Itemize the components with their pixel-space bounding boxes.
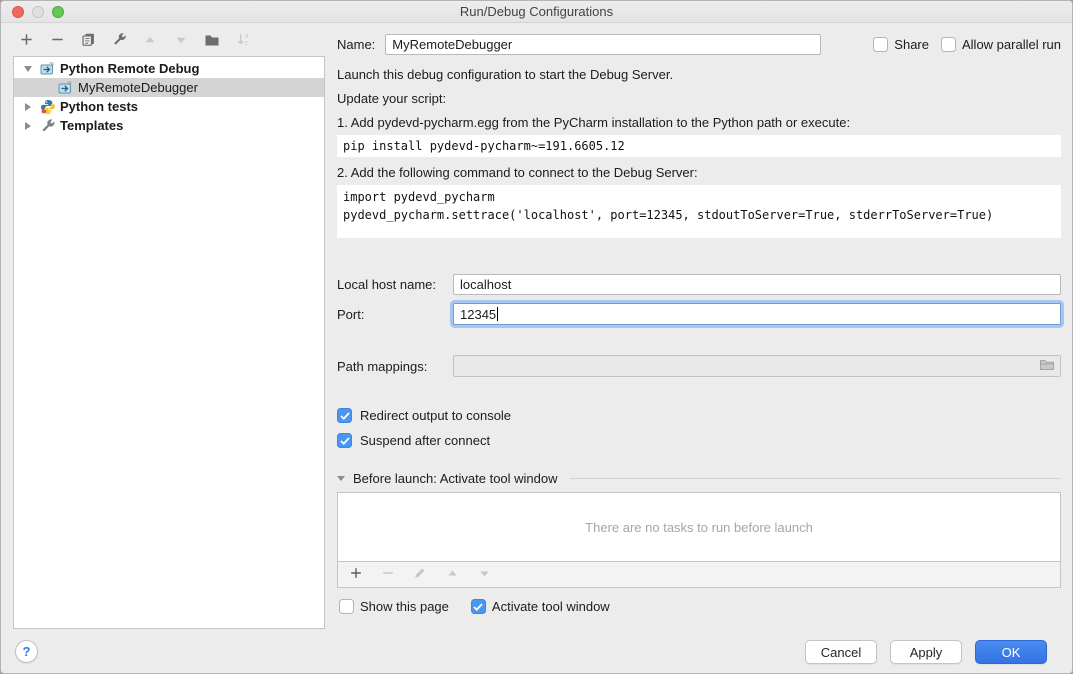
- move-up-button[interactable]: [141, 33, 159, 51]
- tree-item-label: Python Remote Debug: [60, 61, 199, 76]
- help-question-icon: ?: [23, 644, 31, 659]
- code-line-import: import pydevd_pycharm: [343, 190, 495, 204]
- move-up-icon: [143, 33, 157, 52]
- empty-tasks-message: There are no tasks to run before launch: [585, 520, 813, 535]
- instruction-step-1: 1. Add pydevd-pycharm.egg from the PyCha…: [337, 114, 1061, 131]
- show-this-page-checkbox[interactable]: [339, 599, 354, 614]
- instruction-line-1: Launch this debug configuration to start…: [337, 66, 1061, 83]
- add-icon: [19, 32, 34, 52]
- add-task-button[interactable]: [347, 566, 365, 584]
- expand-collapse-icon[interactable]: [22, 122, 34, 130]
- ok-button[interactable]: OK: [975, 640, 1047, 664]
- expand-collapse-icon[interactable]: [22, 66, 34, 72]
- tree-item-label: Python tests: [60, 99, 138, 114]
- redirect-output-label: Redirect output to console: [360, 408, 511, 423]
- templates-wrench-icon: [40, 118, 56, 134]
- tree-item-myremotedebugger[interactable]: MyRemoteDebugger: [14, 78, 324, 97]
- activate-tool-window-checkbox[interactable]: [471, 599, 486, 614]
- name-input[interactable]: [385, 34, 821, 55]
- suspend-after-connect-label: Suspend after connect: [360, 433, 490, 448]
- copy-icon: [81, 32, 96, 52]
- remote-debug-config-icon: [58, 80, 74, 96]
- instruction-step-2: 2. Add the following command to connect …: [337, 164, 1061, 181]
- tree-item-python-remote-debug[interactable]: Python Remote Debug: [14, 59, 324, 78]
- cancel-button[interactable]: Cancel: [805, 640, 877, 664]
- sort-alphabetically-icon: az: [236, 32, 251, 52]
- activate-tool-window-label: Activate tool window: [492, 599, 610, 614]
- activate-tool-window-checkbox-group[interactable]: Activate tool window: [471, 599, 610, 614]
- suspend-after-connect-checkbox-group[interactable]: Suspend after connect: [337, 433, 1061, 448]
- expand-collapse-icon[interactable]: [22, 103, 34, 111]
- share-label: Share: [894, 37, 929, 52]
- remove-task-button[interactable]: [379, 566, 397, 584]
- port-value: 12345: [460, 307, 496, 322]
- share-checkbox[interactable]: [873, 37, 888, 52]
- move-down-button[interactable]: [172, 33, 190, 51]
- local-host-name-input[interactable]: [453, 274, 1061, 295]
- tree-item-label: MyRemoteDebugger: [78, 80, 198, 95]
- remove-icon: [50, 32, 65, 52]
- remove-configuration-button[interactable]: [48, 33, 66, 51]
- configuration-editor: Name: Share Allow parallel run Launch th…: [337, 32, 1061, 614]
- run-debug-configurations-dialog: Run/Debug Configurations: [0, 0, 1073, 674]
- show-this-page-label: Show this page: [360, 599, 449, 614]
- port-label: Port:: [337, 307, 453, 322]
- tree-item-templates[interactable]: Templates: [14, 116, 324, 135]
- window-title: Run/Debug Configurations: [1, 4, 1072, 19]
- configurations-tree: Python Remote Debug MyRemoteDebugger Pyt…: [13, 56, 325, 629]
- before-launch-tasks-list[interactable]: There are no tasks to run before launch: [337, 492, 1061, 562]
- path-mappings-input[interactable]: [453, 355, 1061, 377]
- show-this-page-checkbox-group[interactable]: Show this page: [339, 599, 449, 614]
- code-line-settrace: pydevd_pycharm.settrace('localhost', por…: [343, 208, 993, 222]
- configurations-toolbar: az: [17, 32, 252, 52]
- edit-task-button[interactable]: [411, 566, 429, 584]
- path-mappings-label: Path mappings:: [337, 359, 453, 374]
- remove-icon: [381, 566, 395, 583]
- instruction-line-2: Update your script:: [337, 90, 1061, 107]
- collapse-section-icon[interactable]: [337, 476, 345, 481]
- redirect-output-checkbox-group[interactable]: Redirect output to console: [337, 408, 1061, 423]
- wrench-icon: [112, 32, 127, 52]
- add-configuration-button[interactable]: [17, 33, 35, 51]
- svg-text:a: a: [244, 33, 248, 40]
- browse-folder-icon[interactable]: [1039, 358, 1055, 375]
- allow-parallel-run-checkbox-group[interactable]: Allow parallel run: [941, 37, 1061, 52]
- name-label: Name:: [337, 37, 375, 52]
- allow-parallel-run-label: Allow parallel run: [962, 37, 1061, 52]
- pip-install-command: pip install pydevd-pycharm~=191.6605.12: [337, 135, 1061, 157]
- titlebar: Run/Debug Configurations: [1, 1, 1072, 23]
- sort-configurations-button[interactable]: az: [234, 33, 252, 51]
- new-folder-button[interactable]: [203, 33, 221, 51]
- allow-parallel-run-checkbox[interactable]: [941, 37, 956, 52]
- port-input[interactable]: 12345: [453, 303, 1061, 325]
- help-button[interactable]: ?: [15, 640, 38, 663]
- python-tests-icon: [40, 99, 56, 115]
- before-launch-toolbar: [337, 562, 1061, 588]
- text-cursor: [497, 307, 498, 321]
- pencil-icon: [413, 566, 427, 583]
- move-down-icon: [478, 567, 491, 583]
- move-up-icon: [446, 567, 459, 583]
- redirect-output-checkbox[interactable]: [337, 408, 352, 423]
- move-down-icon: [174, 33, 188, 52]
- new-folder-icon: [204, 32, 220, 53]
- apply-button[interactable]: Apply: [890, 640, 962, 664]
- edit-templates-button[interactable]: [110, 33, 128, 51]
- settrace-code-block: import pydevd_pycharm pydevd_pycharm.set…: [337, 185, 1061, 238]
- before-launch-section-header[interactable]: Before launch: Activate tool window: [337, 471, 1061, 486]
- tree-item-label: Templates: [60, 118, 123, 133]
- local-host-name-label: Local host name:: [337, 277, 453, 292]
- before-launch-title: Before launch: Activate tool window: [353, 471, 558, 486]
- share-checkbox-group[interactable]: Share: [873, 37, 929, 52]
- svg-text:z: z: [244, 40, 247, 47]
- copy-configuration-button[interactable]: [79, 33, 97, 51]
- remote-debug-config-icon: [40, 61, 56, 77]
- tree-item-python-tests[interactable]: Python tests: [14, 97, 324, 116]
- move-task-down-button[interactable]: [475, 566, 493, 584]
- add-icon: [349, 566, 363, 583]
- suspend-after-connect-checkbox[interactable]: [337, 433, 352, 448]
- move-task-up-button[interactable]: [443, 566, 461, 584]
